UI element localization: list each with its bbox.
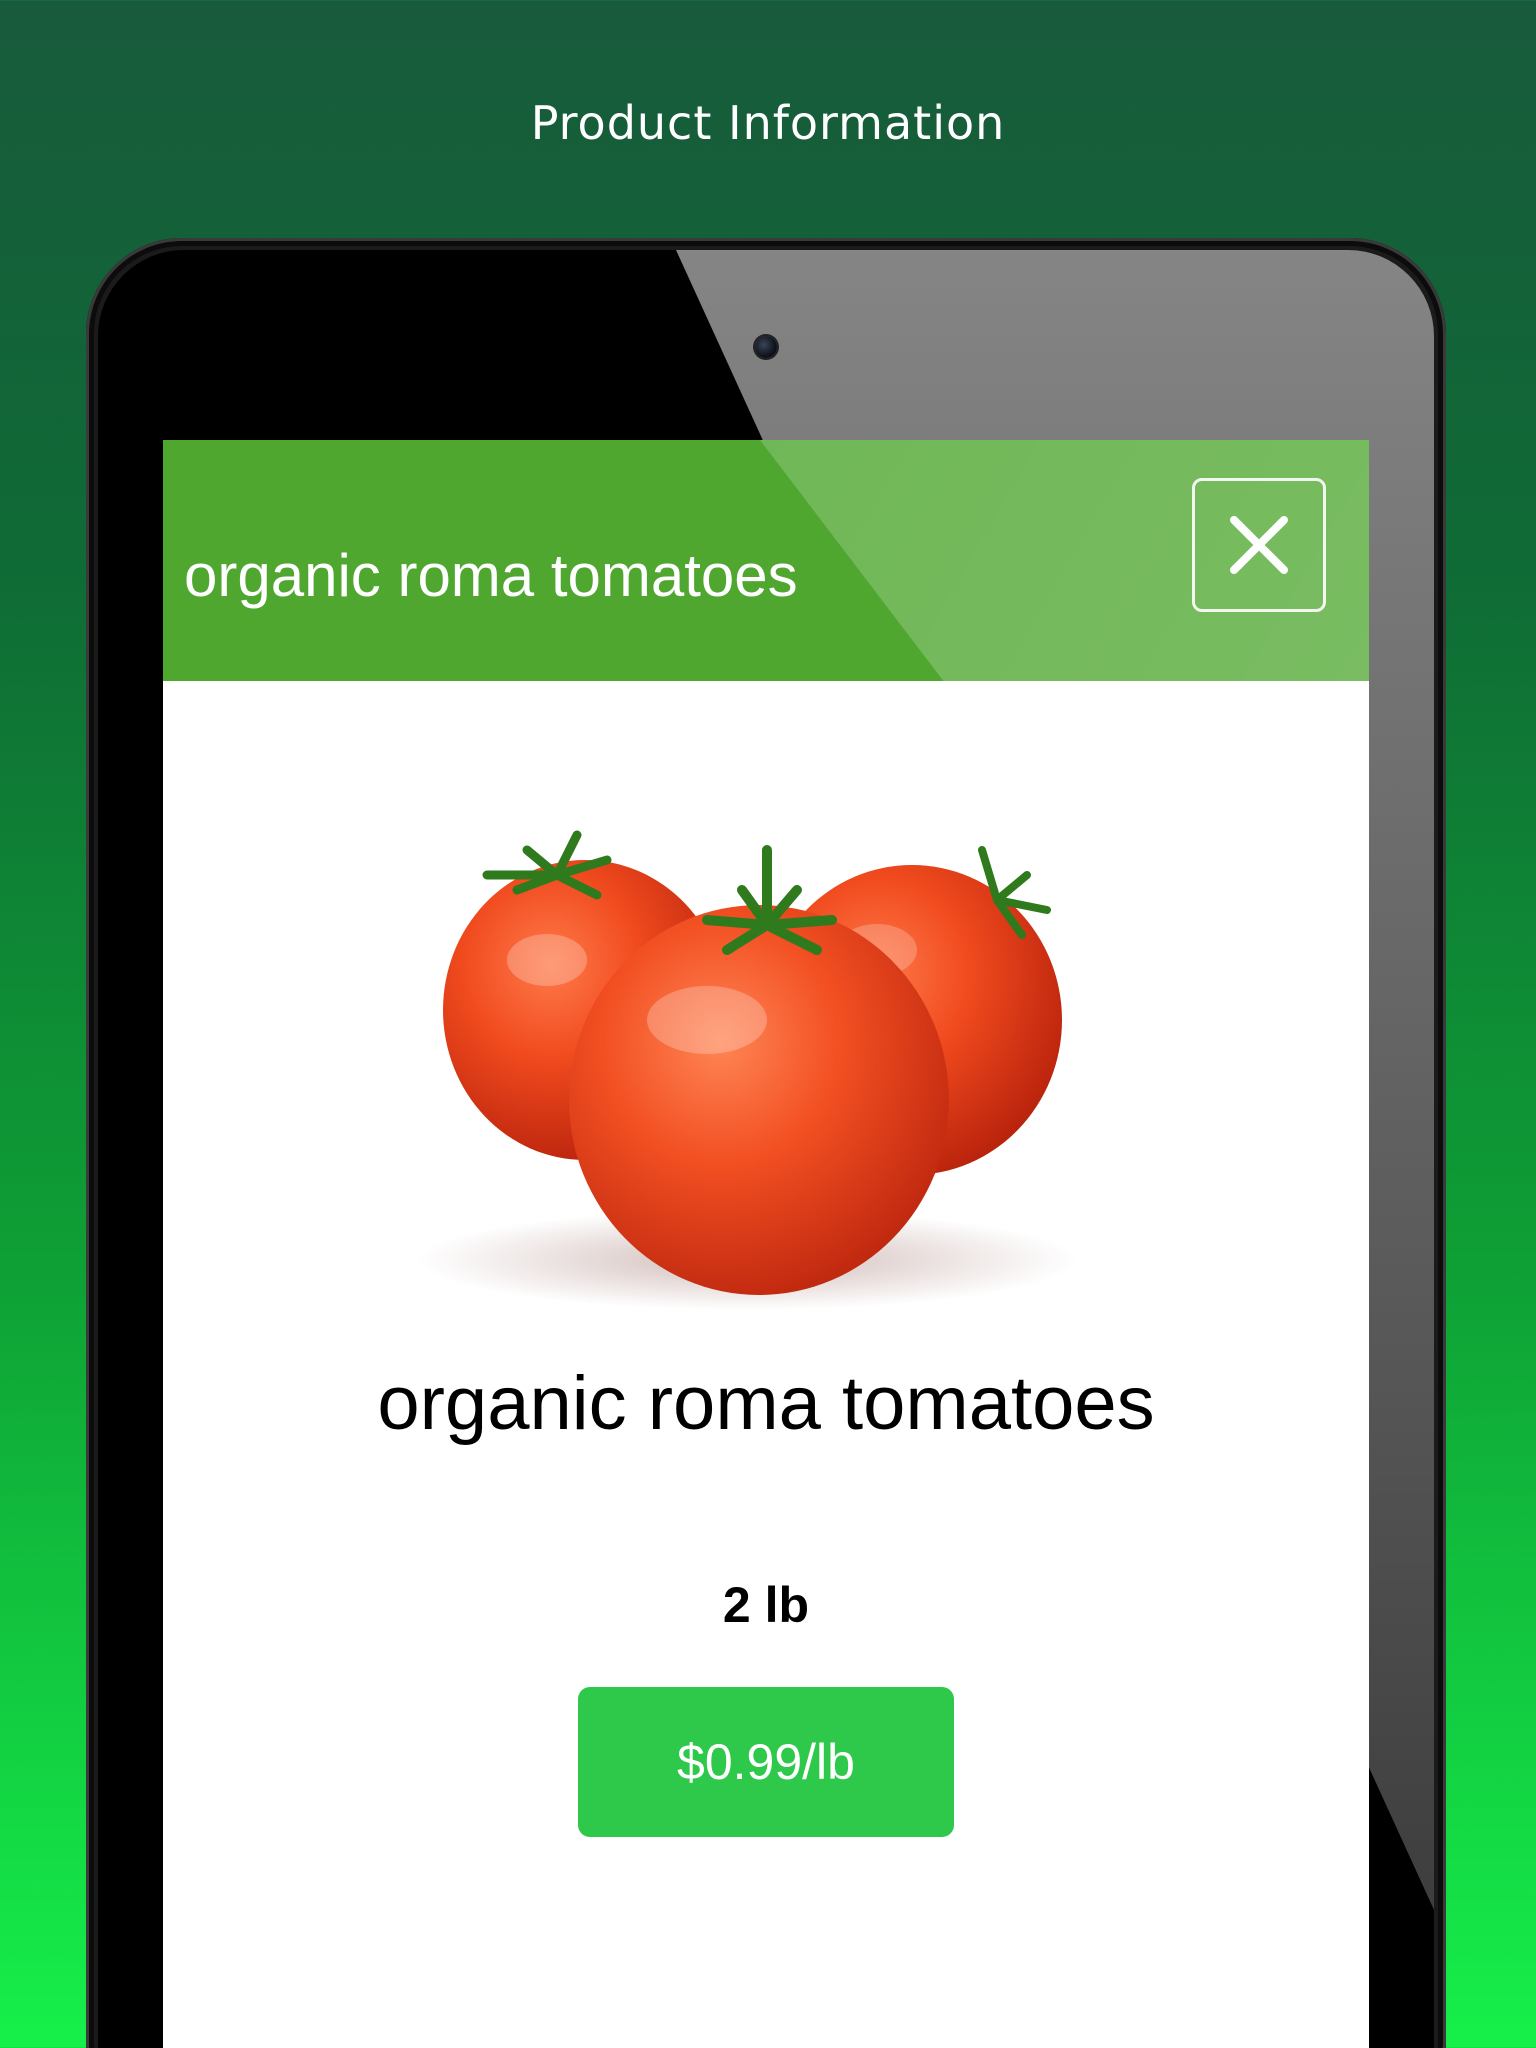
header-title: organic roma tomatoes (184, 542, 798, 609)
front-camera (755, 336, 777, 358)
close-button[interactable] (1192, 478, 1326, 612)
product-weight: 2 lb (722, 1577, 810, 1633)
app-header: organic roma tomatoes (163, 440, 1369, 681)
close-icon (1230, 516, 1288, 574)
product-image (417, 830, 1077, 1310)
promo-title: Product Information (530, 96, 1006, 150)
product-name: organic roma tomatoes (377, 1361, 1155, 1446)
app-screen: organic roma tomatoes organic roma tomat… (163, 440, 1369, 2048)
price-button[interactable]: $0.99/lb (578, 1687, 954, 1837)
